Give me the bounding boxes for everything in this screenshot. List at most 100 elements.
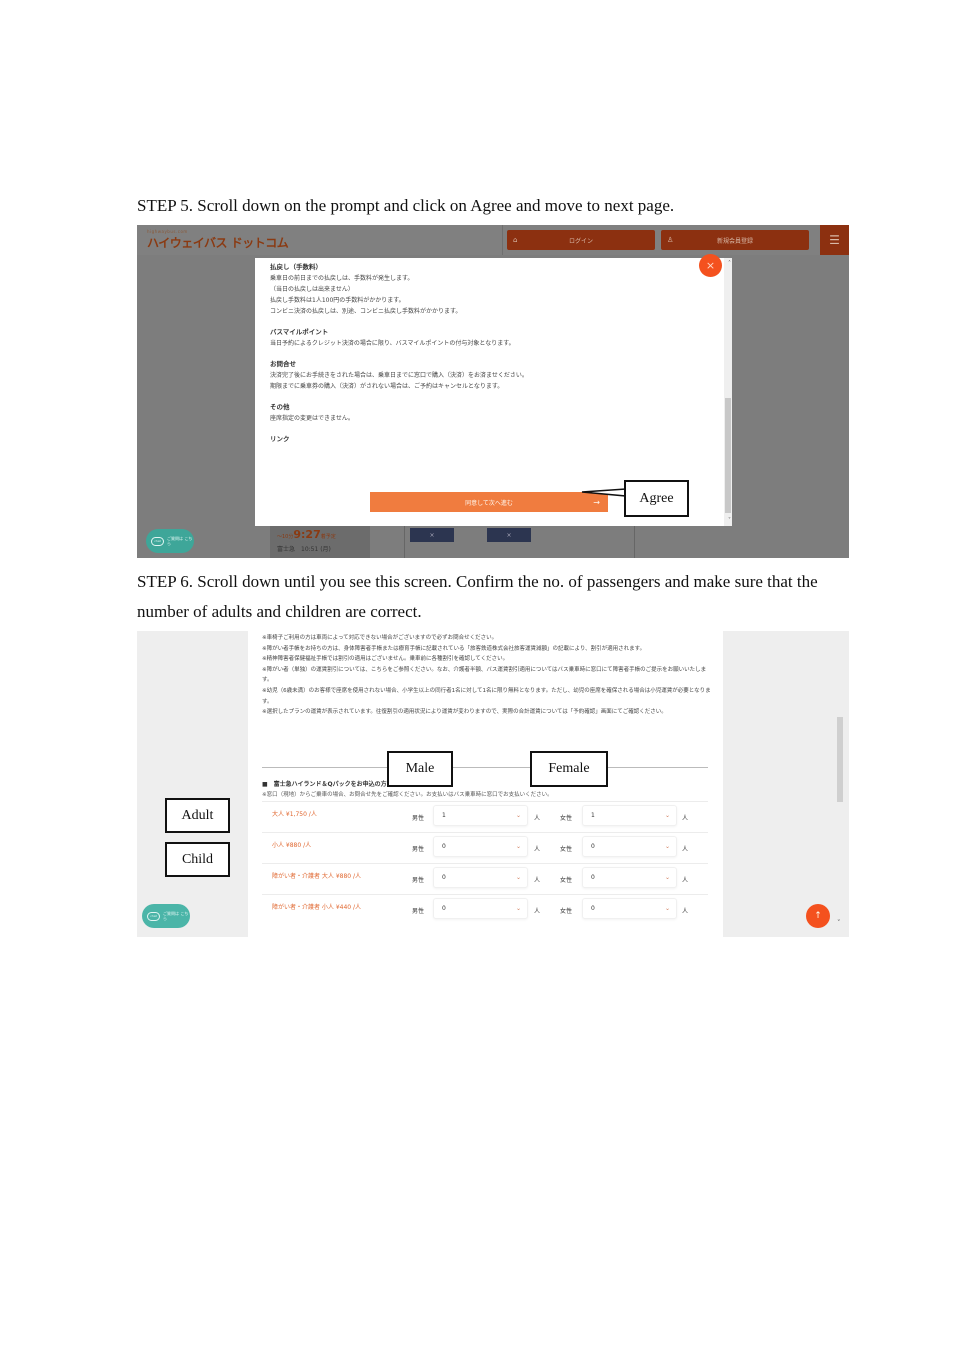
agree-button[interactable]: 同意して次へ進む → xyxy=(370,492,608,512)
section-divider xyxy=(262,767,708,768)
male-label: 男性 xyxy=(412,908,425,915)
female-label: 女性 xyxy=(560,846,573,853)
unit-label: 人 xyxy=(534,815,541,822)
chat-help-label: ご質問は こちら xyxy=(163,911,189,921)
site-header: highwaybus.com ハイウェイバス ドットコム ⌂ ログイン ♙ 新規… xyxy=(137,225,849,255)
male-count-select[interactable]: 0 ⌄ xyxy=(433,898,528,919)
pack-note: ※窓口（現地）からご乗車の場合、お問合せ先をご確認ください。お支払いはバス乗車時… xyxy=(262,792,553,798)
fare-label: 大人 ¥1,750 /人 xyxy=(272,811,317,818)
arrow-right-icon: → xyxy=(593,497,600,507)
unit-label: 人 xyxy=(534,877,541,884)
chevron-down-icon: ⌄ xyxy=(664,812,670,819)
scroll-down-icon[interactable]: ˅ xyxy=(837,919,841,927)
chat-help-button[interactable]: chat ご質問は こちら xyxy=(146,529,194,553)
unit-label: 人 xyxy=(682,908,689,915)
background-divider xyxy=(404,525,405,558)
terms-section-heading: バスマイルポイント xyxy=(270,328,329,336)
header-divider xyxy=(502,225,503,255)
terms-section-text: 決済完了後にお手続きをされた場合は、乗車日までに窓口で購入（決済）をお済ませくだ… xyxy=(270,372,528,379)
step6-instruction: STEP 6. Scroll down until you see this s… xyxy=(137,572,818,621)
chevron-down-icon: ⌄ xyxy=(664,905,670,912)
booking-note: ※選択したプランの運賃が表示されています。往復割引の適用状況により運賃が変わりま… xyxy=(262,709,667,716)
male-count-select[interactable]: 1 ⌄ xyxy=(433,805,528,826)
female-count-value: 0 xyxy=(591,843,595,850)
terms-section-heading: お問合せ xyxy=(270,360,296,368)
male-label: 男性 xyxy=(412,815,425,822)
terms-section-text: 期限までに乗車券の購入（決済）がされない場合は、ご予約はキャンセルとなります。 xyxy=(270,383,504,390)
chevron-down-icon: ⌄ xyxy=(664,843,670,850)
chat-bubble-icon: chat xyxy=(151,536,165,546)
agree-callout: Agree xyxy=(624,480,689,517)
male-callout: Male xyxy=(387,751,453,787)
adult-callout: Adult xyxy=(165,798,230,833)
fare-label: 小人 ¥880 /人 xyxy=(272,842,312,849)
female-callout: Female xyxy=(530,751,608,787)
male-count-value: 0 xyxy=(442,843,446,850)
female-count-select[interactable]: 0 ⌄ xyxy=(582,836,677,857)
booking-notes: ※車椅子ご利用の方は車両によって対応できない場合がございますので必ずお問合せくだ… xyxy=(262,633,712,718)
chevron-down-icon: ⌄ xyxy=(515,843,521,850)
chevron-down-icon: ⌄ xyxy=(515,812,521,819)
chat-help-button[interactable]: chat ご質問は こちら xyxy=(142,904,190,928)
chevron-down-icon: ⌄ xyxy=(515,874,521,881)
step5-screenshot: highwaybus.com ハイウェイバス ドットコム ⌂ ログイン ♙ 新規… xyxy=(137,225,849,558)
female-count-value: 1 xyxy=(591,812,595,819)
passenger-row: 小人 ¥880 /人 男性 0 ⌄ 人 女性 0 ⌄ 人 xyxy=(262,832,708,863)
scroll-to-top-button[interactable]: ↑ xyxy=(806,904,830,928)
modal-scrollbar-thumb[interactable] xyxy=(725,398,731,513)
terms-section-text: （当日の払戻しは出来ません） xyxy=(270,286,354,293)
site-logo[interactable]: ハイウェイバス ドットコム xyxy=(147,234,289,251)
user-icon: ♙ xyxy=(667,236,674,244)
male-count-select[interactable]: 0 ⌄ xyxy=(433,867,528,888)
step5-instruction: STEP 5. Scroll down on the prompt and cl… xyxy=(137,196,675,215)
lock-icon: ⌂ xyxy=(513,236,518,244)
agree-button-label: 同意して次へ進む xyxy=(465,499,513,507)
male-label: 男性 xyxy=(412,846,425,853)
chat-bubble-icon: chat xyxy=(147,911,161,921)
terms-section-text: 乗車日の前日までの払戻しは、手数料が発生します。 xyxy=(270,275,414,282)
female-count-select[interactable]: 0 ⌄ xyxy=(582,867,677,888)
scroll-up-icon[interactable]: ˄ xyxy=(728,260,731,267)
booking-note: ※障がい者（単独）の運賃割引については、こちらをご参照ください。なお、介護者半額… xyxy=(262,666,707,684)
male-count-value: 1 xyxy=(442,812,446,819)
female-label: 女性 xyxy=(560,815,573,822)
female-count-select[interactable]: 1 ⌄ xyxy=(582,805,677,826)
male-count-select[interactable]: 0 ⌄ xyxy=(433,836,528,857)
unit-label: 人 xyxy=(682,846,689,853)
female-count-value: 0 xyxy=(591,905,595,912)
unit-label: 人 xyxy=(534,846,541,853)
female-count-value: 0 xyxy=(591,874,595,881)
terms-section-heading: リンク xyxy=(270,435,290,443)
booking-note: ※幼児（6歳未満）のお客様で座席を使用されない場合、小学生以上の同行者1名に対し… xyxy=(262,687,711,705)
background-arrival-time: ～10分9:27着予定 xyxy=(277,528,336,541)
login-button[interactable]: ⌂ ログイン xyxy=(507,230,655,250)
chevron-down-icon: ⌄ xyxy=(515,905,521,912)
unit-label: 人 xyxy=(534,908,541,915)
female-count-select[interactable]: 0 ⌄ xyxy=(582,898,677,919)
register-label: 新規会員登録 xyxy=(716,237,753,245)
hamburger-menu-icon[interactable]: ☰ xyxy=(820,225,849,255)
booking-page: ※車椅子ご利用の方は車両によって対応できない場合がございますので必ずお問合せくだ… xyxy=(248,631,723,937)
male-count-value: 0 xyxy=(442,905,446,912)
chevron-down-icon: ⌄ xyxy=(664,874,670,881)
child-callout: Child xyxy=(165,842,230,877)
login-label: ログイン xyxy=(568,237,593,245)
male-count-value: 0 xyxy=(442,874,446,881)
background-divider xyxy=(634,525,635,558)
terms-section-text: 当日予約によるクレジット決済の場合に限り、バスマイルポイントの付与対象となります… xyxy=(270,340,515,347)
passenger-row: 障がい者・介護者 小人 ¥440 /人 男性 0 ⌄ 人 女性 0 ⌄ 人 xyxy=(262,894,708,925)
scroll-down-icon[interactable]: ˅ xyxy=(728,517,731,524)
register-button[interactable]: ♙ 新規会員登録 xyxy=(661,230,809,250)
booking-note: ※障がい者手帳をお持ちの方は、身体障害者手帳または療育手帳に記載されている「旅客… xyxy=(262,645,646,652)
step6-screenshot: ※車椅子ご利用の方は車両によって対応できない場合がございますので必ずお問合せくだ… xyxy=(137,631,849,937)
passenger-row: 大人 ¥1,750 /人 男性 1 ⌄ 人 女性 1 ⌄ 人 xyxy=(262,801,708,832)
male-label: 男性 xyxy=(412,877,425,884)
terms-section-heading: その他 xyxy=(270,403,290,411)
female-label: 女性 xyxy=(560,908,573,915)
background-subtext: 富士急 10:51 (月) xyxy=(277,546,331,553)
page-scrollbar-thumb[interactable] xyxy=(837,717,843,802)
passenger-row: 障がい者・介護者 大人 ¥880 /人 男性 0 ⌄ 人 女性 0 ⌄ 人 xyxy=(262,863,708,894)
close-icon[interactable]: × xyxy=(699,254,722,277)
fare-label: 障がい者・介護者 小人 ¥440 /人 xyxy=(272,904,362,911)
fare-label: 障がい者・介護者 大人 ¥880 /人 xyxy=(272,873,362,880)
